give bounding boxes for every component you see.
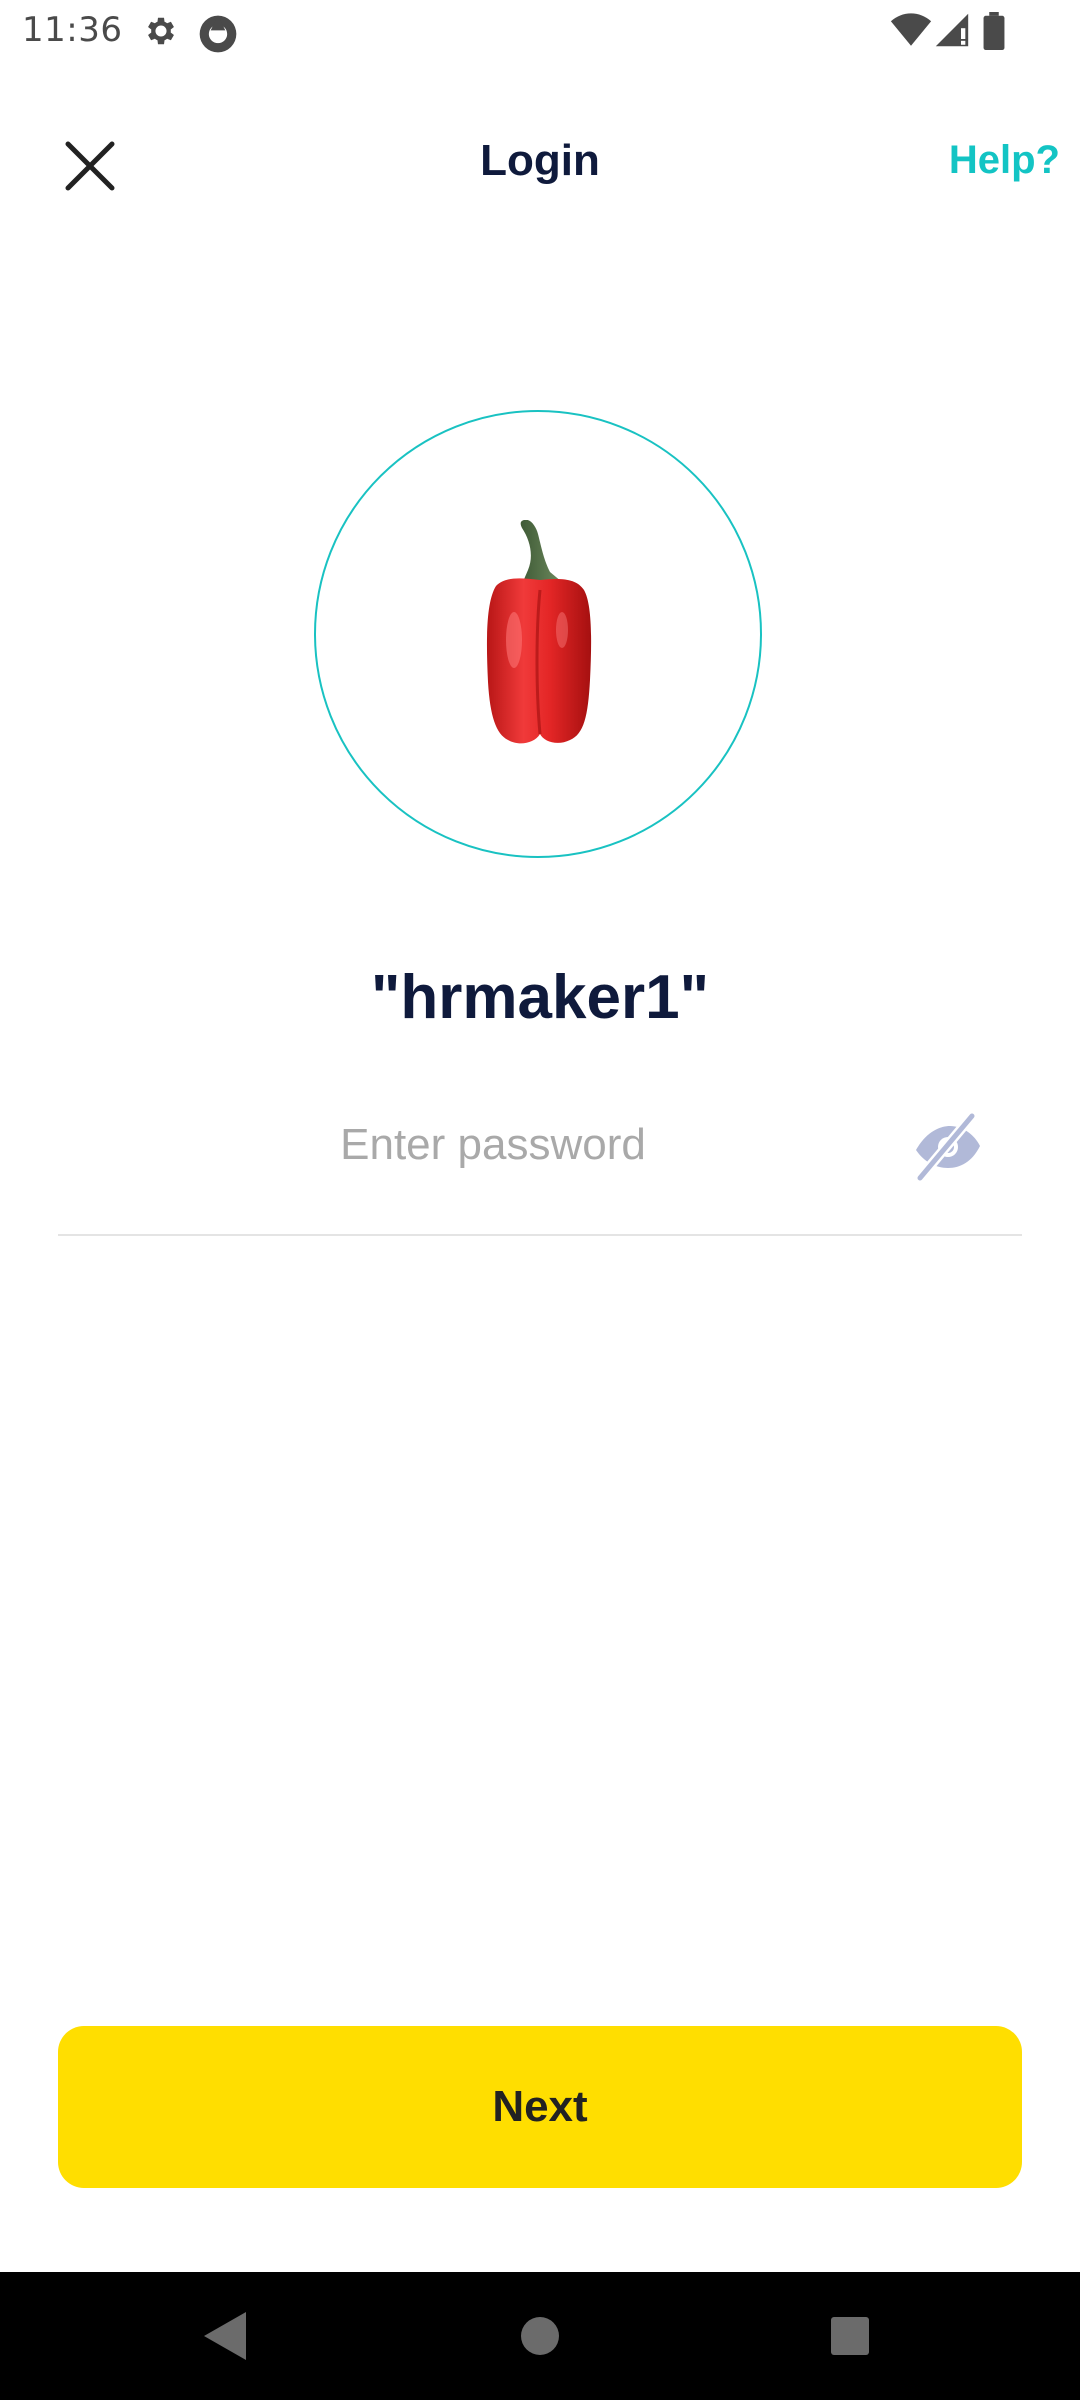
close-button[interactable] bbox=[58, 134, 122, 198]
bell-pepper-image bbox=[486, 520, 592, 744]
sync-icon bbox=[199, 15, 237, 53]
password-input[interactable] bbox=[58, 1100, 928, 1190]
password-underline bbox=[58, 1234, 1022, 1236]
home-icon[interactable] bbox=[520, 2316, 560, 2356]
signal-icon bbox=[935, 13, 969, 47]
help-link[interactable]: Help? bbox=[880, 138, 1060, 198]
wifi-icon bbox=[890, 13, 932, 46]
recents-icon[interactable] bbox=[830, 2316, 870, 2356]
next-button-label: Next bbox=[492, 2082, 588, 2131]
username-label: "hrmaker1" bbox=[371, 963, 709, 1032]
status-bar: 11:36 bbox=[0, 0, 1080, 62]
back-icon[interactable] bbox=[202, 2310, 248, 2362]
status-time: 11:36 bbox=[22, 10, 123, 50]
gear-icon bbox=[148, 17, 174, 45]
toggle-password-visibility-button[interactable] bbox=[910, 1108, 986, 1184]
close-icon bbox=[65, 141, 115, 191]
next-button[interactable]: Next bbox=[58, 2026, 1022, 2188]
page-title: Login bbox=[480, 136, 600, 185]
battery-icon bbox=[983, 12, 1005, 50]
eye-off-icon bbox=[915, 1111, 980, 1183]
